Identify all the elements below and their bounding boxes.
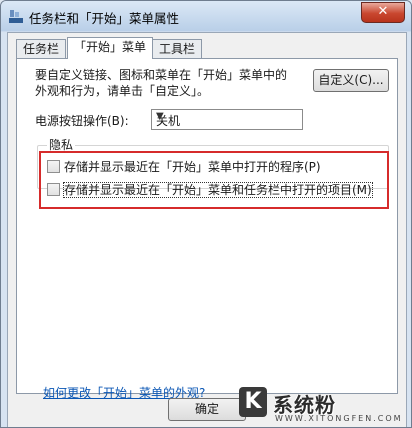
window-title: 任务栏和「开始」菜单属性: [29, 11, 180, 26]
power-button-label: 电源按钮操作(B):: [35, 114, 129, 128]
recent-programs-checkbox[interactable]: 存储并显示最近在「开始」菜单中打开的程序(P): [47, 158, 321, 175]
close-button[interactable]: ✕: [361, 2, 405, 23]
title-bar[interactable]: 任务栏和「开始」菜单属性 ✕: [1, 1, 411, 31]
checkbox-icon: [47, 183, 60, 196]
recent-programs-label: 存储并显示最近在「开始」菜单中打开的程序(P): [64, 160, 321, 174]
checkbox-icon: [47, 160, 60, 173]
watermark-logo: K: [239, 387, 267, 417]
close-icon: ✕: [377, 4, 389, 19]
recent-items-label: 存储并显示最近在「开始」菜单和任务栏中打开的项目(M): [63, 182, 373, 198]
tab-toolbars[interactable]: 工具栏: [152, 39, 203, 58]
chevron-down-icon: ▼: [156, 111, 164, 122]
tab-taskbar[interactable]: 任务栏: [16, 39, 67, 58]
start-menu-panel: 要自定义链接、图标和菜单在「开始」菜单中的外观和行为，请单击「自定义」。 自定义…: [16, 58, 398, 400]
power-button-select[interactable]: 关机 ▼: [151, 109, 303, 130]
watermark-subtext: WWW.XITONGFEN.COM: [275, 414, 403, 423]
recent-items-checkbox[interactable]: 存储并显示最近在「开始」菜单和任务栏中打开的项目(M): [47, 181, 373, 198]
properties-window: 任务栏和「开始」菜单属性 ✕ 任务栏 「开始」菜单 工具栏 要自定义链接、图标和…: [0, 0, 412, 428]
tab-start-menu[interactable]: 「开始」菜单: [67, 37, 154, 59]
taskbar-icon: [9, 10, 23, 23]
customize-button[interactable]: 自定义(C)...: [313, 69, 389, 92]
watermark: K 系统粉 WWW.XITONGFEN.COM: [233, 387, 411, 427]
dialog-body: 任务栏 「开始」菜单 工具栏 要自定义链接、图标和菜单在「开始」菜单中的外观和行…: [7, 32, 407, 427]
intro-text: 要自定义链接、图标和菜单在「开始」菜单中的外观和行为，请单击「自定义」。: [35, 68, 288, 98]
